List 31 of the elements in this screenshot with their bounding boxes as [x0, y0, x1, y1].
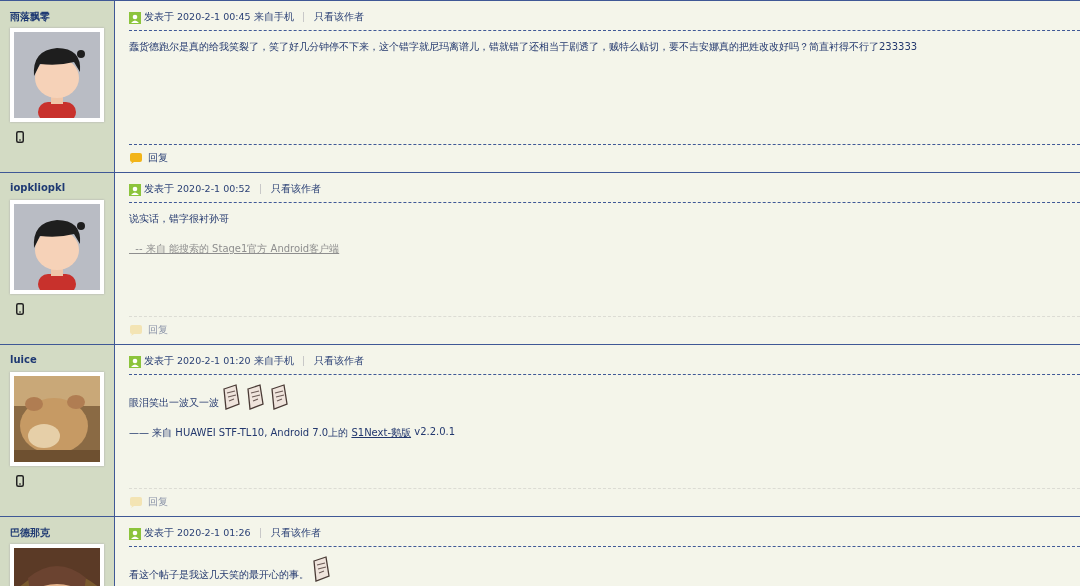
signature-text: v2.2.0.1: [413, 426, 456, 439]
author-name[interactable]: 雨落飘零: [10, 10, 50, 28]
post-text: 眼泪笑出一波又一波: [129, 396, 219, 410]
author-only-link[interactable]: 只看该作者: [270, 182, 321, 196]
author-only-link[interactable]: 只看该作者: [313, 10, 364, 24]
post-time: 发表于 2020-2-1 01:26: [144, 526, 251, 540]
post-text: 蠢货德跑尔是真的给我笑裂了，笑了好几分钟停不下来，这个错字就尼玛离谱儿，错就错了还相当于剧透了，贼特么贴切，要不吉安娜真的把姓改改好吗？简直衬得不行了233333: [129, 40, 918, 54]
author-only-link[interactable]: 只看该作者: [270, 526, 321, 540]
speech-bubble-icon: [129, 153, 143, 164]
post-text: 说实话，错字很衬孙哥: [129, 212, 229, 226]
emoticon-icon: [245, 384, 265, 410]
speech-bubble-icon: [129, 325, 143, 336]
user-icon: [129, 355, 141, 368]
post-text: 看这个帖子是我这几天笑的最开心的事。: [129, 568, 309, 582]
post-time: 发表于 2020-2-1 01:20 来自手机: [144, 354, 294, 368]
signature-text: —— 来自 HUAWEI STF-TL10, Android 7.0上的: [129, 426, 350, 440]
speech-bubble-icon: [129, 497, 143, 508]
reply-button[interactable]: 回复: [129, 152, 168, 165]
app-link[interactable]: S1Next-鹅版: [351, 426, 412, 440]
user-icon: [129, 183, 141, 196]
post-time: 发表于 2020-2-1 00:52: [144, 182, 251, 196]
emoticon-icon: [221, 384, 241, 410]
user-icon: [129, 527, 141, 540]
author-only-link[interactable]: 只看该作者: [313, 354, 364, 368]
author-name[interactable]: luice: [10, 354, 37, 372]
author-name[interactable]: 巴德那克: [10, 526, 50, 544]
author-name[interactable]: iopkliopkl: [10, 182, 66, 200]
post-time: 发表于 2020-2-1 00:45 来自手机: [144, 10, 294, 24]
emoticon-icon: [311, 556, 331, 582]
emoticon-icon: [269, 384, 289, 410]
user-icon: [129, 11, 141, 24]
